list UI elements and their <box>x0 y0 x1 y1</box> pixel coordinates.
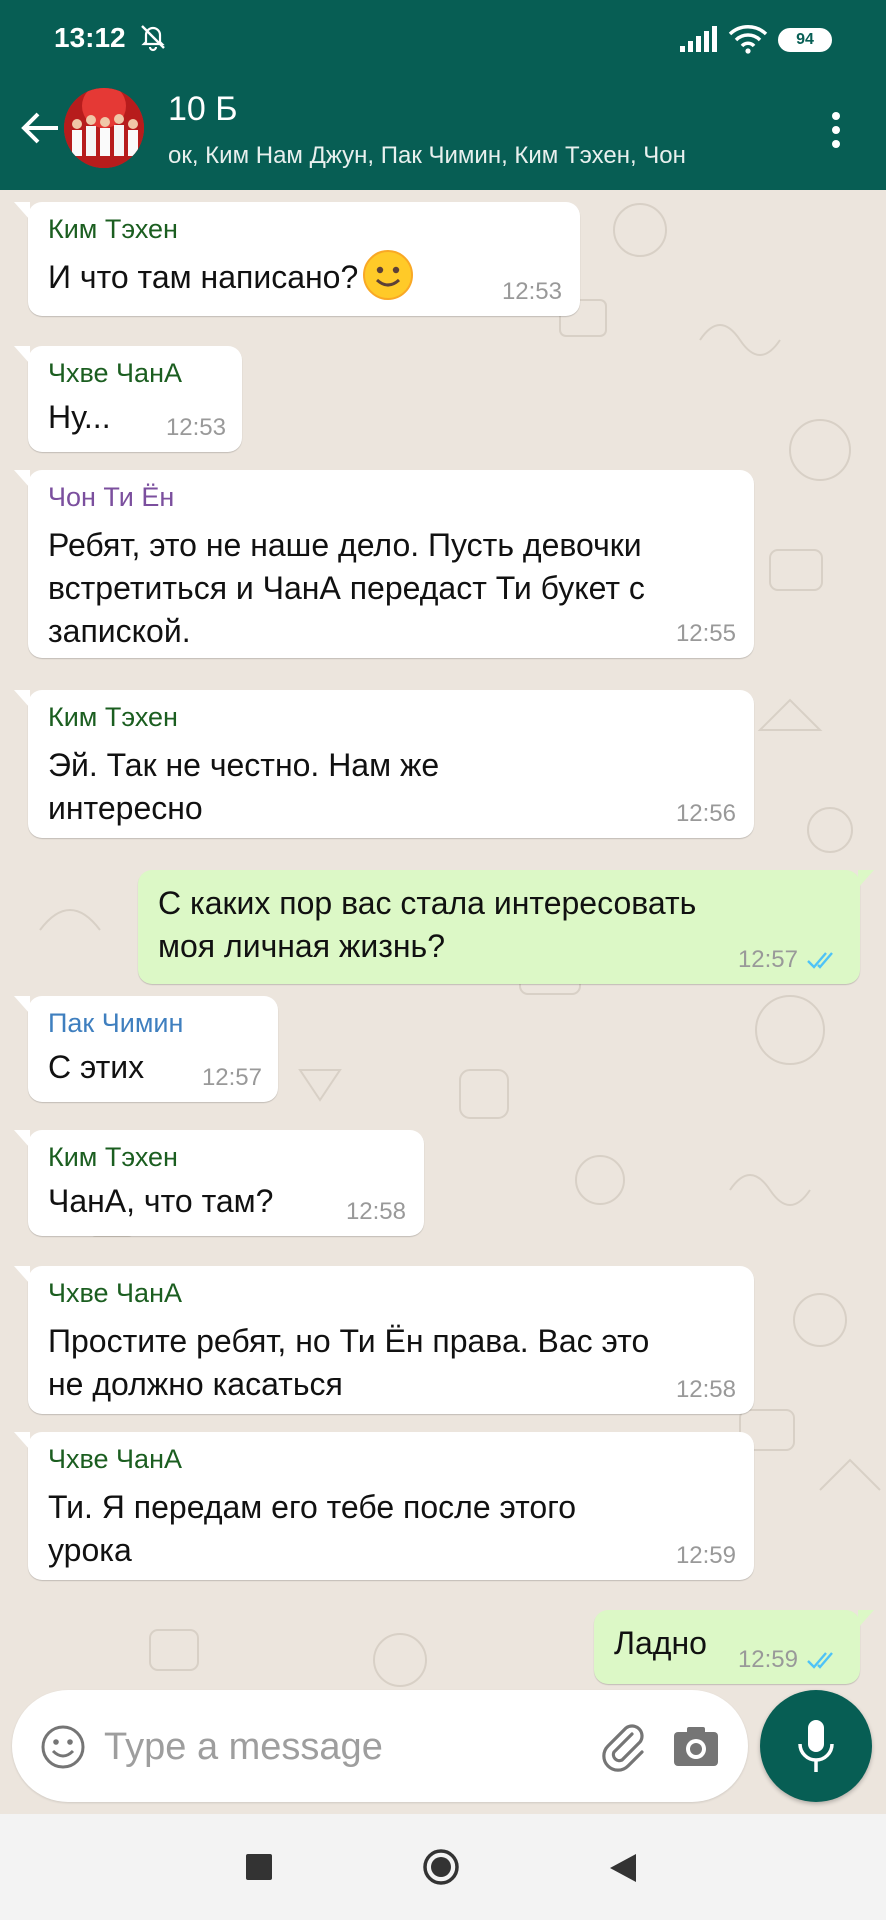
message-line: Ну... <box>48 399 111 435</box>
message-sender: Пак Чимин <box>48 1008 184 1038</box>
message-line: Ребят, это не наше дело. Пусть девочки <box>48 527 642 563</box>
microphone-icon <box>798 1720 834 1772</box>
message-sender: Ким Тэхен <box>48 214 178 244</box>
message-bubble-incoming[interactable]: Чон Ти Ён Ребят, это не наше дело. Пусть… <box>14 470 754 658</box>
slightly-smiling-face-icon <box>363 249 414 300</box>
message-line: Ти. Я передам его тебе после этого <box>48 1489 576 1525</box>
message-input[interactable] <box>102 1718 566 1776</box>
message-line: С этих <box>48 1049 145 1085</box>
status-time: 13:12 <box>54 22 126 53</box>
wifi-icon <box>728 25 768 54</box>
message-text: Простите ребят, но Ти Ён права. Вас это … <box>48 1320 649 1406</box>
message-text: Ти. Я передам его тебе после этого урока <box>48 1486 576 1572</box>
message-text: ЧанА, что там? <box>48 1180 273 1223</box>
paperclip-icon[interactable] <box>598 1720 650 1772</box>
message-sender: Ким Тэхен <box>48 1142 178 1172</box>
system-nav-bar <box>0 1814 886 1920</box>
message-line: С каких пор вас стала интересовать <box>158 885 697 921</box>
home-button[interactable] <box>422 1848 460 1886</box>
message-time: 12:53 <box>501 278 562 305</box>
message-line: Простите ребят, но Ти Ён права. Вас это <box>48 1323 650 1359</box>
message-time: 12:58 <box>345 1198 406 1225</box>
status-bar: 13:12 94 <box>0 0 886 66</box>
composer-bar <box>0 1690 886 1810</box>
message-text: Эй. Так не честно. Нам же интересно <box>48 744 439 830</box>
message-text: Ладно <box>614 1622 707 1665</box>
message-line: И что там написано? <box>48 259 359 295</box>
message-line: урока <box>48 1532 132 1568</box>
message-text: Ребят, это не наше дело. Пусть девочки в… <box>48 524 645 653</box>
message-text: Ну... <box>48 396 111 439</box>
chat-header: 10 Б ок, Ким Нам Джун, Пак Чимин, Ким Тэ… <box>0 66 886 190</box>
back-arrow-icon[interactable] <box>18 106 62 150</box>
voice-message-button[interactable] <box>760 1690 872 1802</box>
emoji-icon[interactable] <box>40 1724 86 1770</box>
double-check-icon <box>807 1652 833 1669</box>
double-check-icon <box>807 952 833 969</box>
message-text: И что там написано? <box>48 249 414 301</box>
battery-indicator: 94 <box>778 28 832 52</box>
message-bubble-incoming[interactable]: Чхве ЧанА Ти. Я передам его тебе после э… <box>14 1432 754 1580</box>
message-sender: Ким Тэхен <box>48 702 178 732</box>
message-line: Ладно <box>614 1625 707 1661</box>
more-options-icon[interactable] <box>822 110 850 150</box>
message-time: 12:58 <box>675 1376 736 1403</box>
message-bubble-incoming[interactable]: Чхве ЧанА Ну... 12:53 <box>14 346 242 452</box>
message-bubble-incoming[interactable]: Ким Тэхен И что там написано? 12:53 <box>14 202 580 316</box>
message-line: ЧанА, что там? <box>48 1183 274 1219</box>
chat-title[interactable]: 10 Б <box>168 90 238 129</box>
back-button[interactable] <box>608 1852 638 1884</box>
message-line: не должно касаться <box>48 1366 343 1402</box>
composer-pill <box>12 1690 748 1802</box>
message-text: С этих <box>48 1046 144 1089</box>
recent-apps-button[interactable] <box>246 1854 272 1880</box>
message-line: моя личная жизнь? <box>158 928 446 964</box>
message-sender: Чхве ЧанА <box>48 358 182 388</box>
message-bubble-incoming[interactable]: Ким Тэхен ЧанА, что там? 12:58 <box>14 1130 424 1236</box>
group-avatar[interactable] <box>64 88 144 168</box>
message-bubble-incoming[interactable]: Пак Чимин С этих 12:57 <box>14 996 278 1102</box>
message-sender: Чон Ти Ён <box>48 482 175 512</box>
signal-icon <box>680 26 717 52</box>
message-sender: Чхве ЧанА <box>48 1278 182 1308</box>
bell-off-icon <box>141 25 165 52</box>
message-sender: Чхве ЧанА <box>48 1444 182 1474</box>
message-time: 12:57 <box>737 946 798 973</box>
message-time: 12:53 <box>165 414 226 441</box>
message-time: 12:56 <box>675 800 736 827</box>
message-time: 12:55 <box>675 620 736 647</box>
message-bubble-outgoing[interactable]: Ладно 12:59 <box>594 1610 874 1684</box>
message-bubble-outgoing[interactable]: С каких пор вас стала интересовать моя л… <box>138 870 874 984</box>
avatar-image <box>64 88 144 168</box>
message-list[interactable]: Ким Тэхен И что там написано? 12:53 Чхве… <box>0 190 886 1690</box>
chat-members[interactable]: ок, Ким Нам Джун, Пак Чимин, Ким Тэхен, … <box>168 142 756 170</box>
message-time: 12:59 <box>675 1542 736 1569</box>
message-line: интересно <box>48 790 203 826</box>
message-bubble-incoming[interactable]: Ким Тэхен Эй. Так не честно. Нам же инте… <box>14 690 754 838</box>
message-line: запиской. <box>48 613 191 649</box>
message-line: Эй. Так не честно. Нам же <box>48 747 440 783</box>
message-time: 12:57 <box>201 1064 262 1091</box>
message-time: 12:59 <box>737 1646 798 1673</box>
message-bubble-incoming[interactable]: Чхве ЧанА Простите ребят, но Ти Ён права… <box>14 1266 754 1414</box>
message-line: встретиться и ЧанА передаст Ти букет с <box>48 570 645 606</box>
message-text: С каких пор вас стала интересовать моя л… <box>158 882 696 968</box>
camera-icon[interactable] <box>672 1724 720 1768</box>
